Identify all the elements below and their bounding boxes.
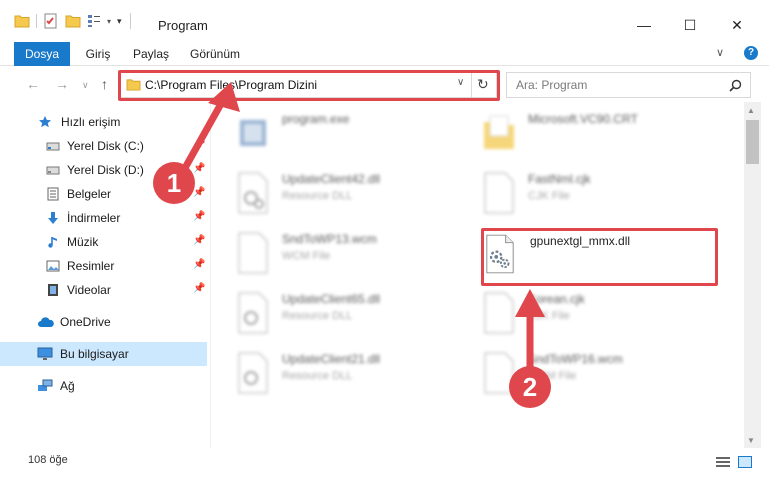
step-badge-2: 2 [509,366,551,408]
arrow-1 [181,82,240,172]
annotation-overlay [181,82,545,372]
step-badge-1: 1 [153,162,195,204]
arrow-2 [515,289,545,372]
